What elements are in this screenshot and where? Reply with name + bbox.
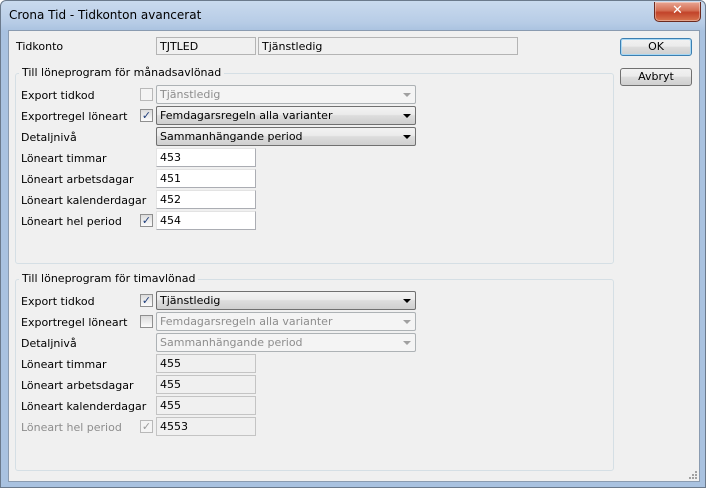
hourly-loneart-arbetsdagar-input[interactable]: 455 [156,375,256,394]
hourly-export-tidkod-label: Export tidkod [21,295,95,308]
hourly-loneart-hel-period-label: Löneart hel period [21,421,122,434]
dialog-body: Tidkonto TJTLED Tjänstledig OK Avbryt Ti… [8,30,700,482]
hourly-loneart-arbetsdagar-label: Löneart arbetsdagar [21,379,134,392]
monthly-exportregel-label: Exportregel löneart [21,110,128,123]
chevron-down-icon [403,299,411,303]
tidkonto-code-field: TJTLED [156,37,256,55]
check-icon: ✓ [141,109,152,122]
monthly-exportregel-select[interactable]: Femdagarsregeln alla varianter [156,106,416,125]
hourly-loneart-hel-period-checkbox[interactable]: ✓ [140,420,153,433]
monthly-loneart-hel-period-checkbox[interactable]: ✓ [140,214,153,227]
hourly-detaljniva-label: Detaljnivå [21,337,77,350]
monthly-loneart-arbetsdagar-label: Löneart arbetsdagar [21,173,134,186]
title-bar[interactable]: Crona Tid - Tidkonton avancerat ✕ [1,1,705,29]
monthly-loneart-kalenderdagar-input[interactable]: 452 [156,190,256,209]
monthly-export-tidkod-value: Tjänstledig [160,88,221,101]
chevron-down-icon [403,135,411,139]
monthly-detaljniva-value: Sammanhängande period [160,130,303,143]
hourly-group-title: Till löneprogram för timavlönad [19,272,199,285]
hourly-export-tidkod-value: Tjänstledig [160,294,221,307]
hourly-exportregel-value: Femdagarsregeln alla varianter [160,315,333,328]
dialog-window: Crona Tid - Tidkonton avancerat ✕ Tidkon… [0,0,706,488]
monthly-group-title: Till löneprogram för månadsavlönad [19,66,225,79]
close-button[interactable]: ✕ [654,2,701,22]
chevron-down-icon [403,114,411,118]
monthly-loneart-arbetsdagar-input[interactable]: 451 [156,169,256,188]
monthly-loneart-kalenderdagar-label: Löneart kalenderdagar [21,194,147,207]
ok-button[interactable]: OK [620,38,692,56]
monthly-export-tidkod-label: Export tidkod [21,89,95,102]
monthly-loneart-timmar-label: Löneart timmar [21,152,107,165]
monthly-detaljniva-label: Detaljnivå [21,131,77,144]
tidkonto-label: Tidkonto [16,40,64,53]
monthly-export-tidkod-checkbox[interactable] [140,88,153,101]
monthly-export-tidkod-select[interactable]: Tjänstledig [156,85,416,104]
hourly-loneart-hel-period-input[interactable]: 4553 [156,417,256,436]
hourly-loneart-kalenderdagar-input[interactable]: 455 [156,396,256,415]
cancel-button[interactable]: Avbryt [620,68,692,86]
hourly-loneart-timmar-input[interactable]: 455 [156,354,256,373]
resize-grip-icon[interactable] [688,470,698,480]
chevron-down-icon [403,320,411,324]
check-icon: ✓ [141,420,152,433]
monthly-exportregel-checkbox[interactable]: ✓ [140,109,153,122]
check-icon: ✓ [141,214,152,227]
window-title: Crona Tid - Tidkonton avancerat [9,8,202,22]
monthly-exportregel-value: Femdagarsregeln alla varianter [160,109,333,122]
chevron-down-icon [403,93,411,97]
monthly-detaljniva-select[interactable]: Sammanhängande period [156,127,416,146]
monthly-loneart-hel-period-label: Löneart hel period [21,215,122,228]
chevron-down-icon [403,341,411,345]
check-icon: ✓ [141,294,152,307]
hourly-exportregel-label: Exportregel löneart [21,316,128,329]
hourly-exportregel-checkbox[interactable] [140,315,153,328]
tidkonto-name-field: Tjänstledig [258,37,518,55]
hourly-export-tidkod-checkbox[interactable]: ✓ [140,294,153,307]
monthly-loneart-hel-period-input[interactable]: 454 [156,211,256,230]
hourly-exportregel-select[interactable]: Femdagarsregeln alla varianter [156,312,416,331]
close-icon: ✕ [672,3,683,18]
hourly-loneart-kalenderdagar-label: Löneart kalenderdagar [21,400,147,413]
hourly-detaljniva-value: Sammanhängande period [160,336,303,349]
hourly-detaljniva-select[interactable]: Sammanhängande period [156,333,416,352]
hourly-export-tidkod-select[interactable]: Tjänstledig [156,291,416,310]
hourly-loneart-timmar-label: Löneart timmar [21,358,107,371]
monthly-loneart-timmar-input[interactable]: 453 [156,148,256,167]
